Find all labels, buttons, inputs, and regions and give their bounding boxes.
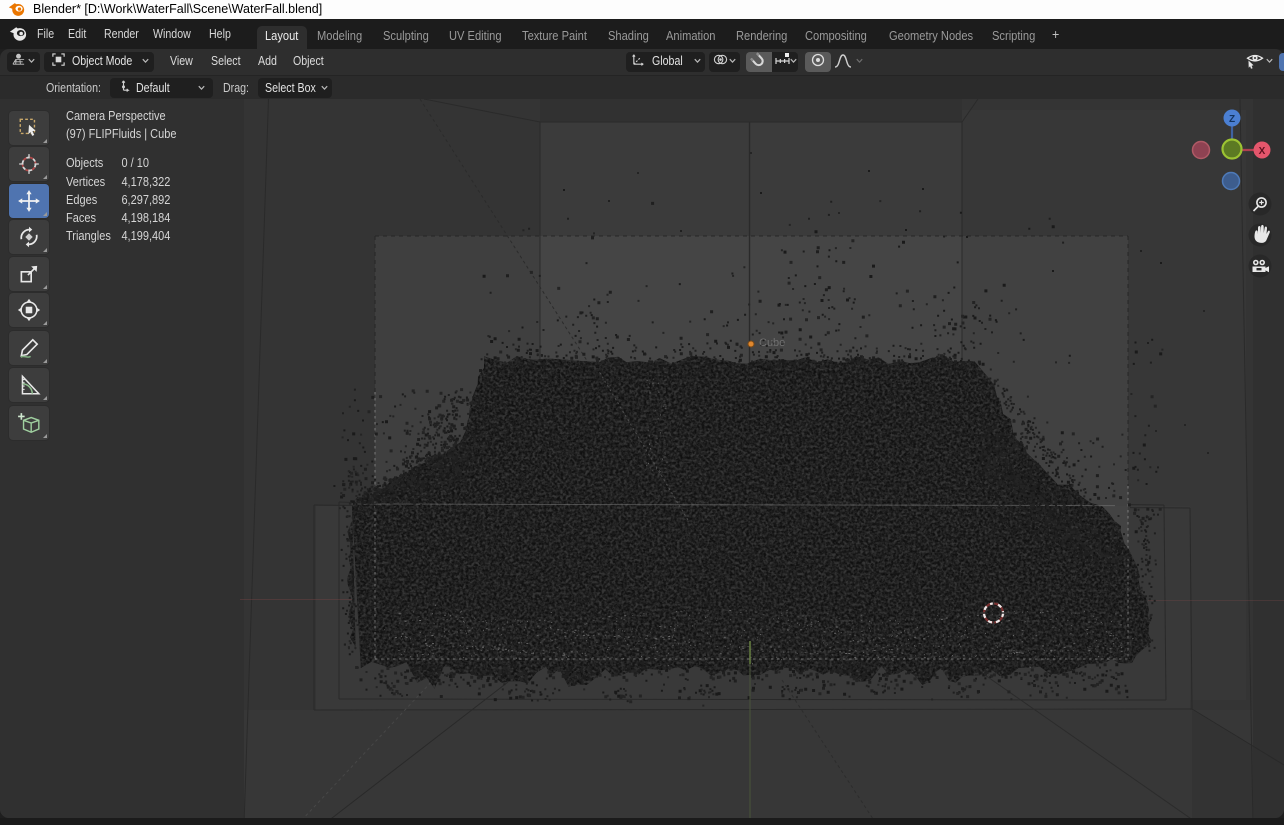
svg-text:Z: Z xyxy=(1229,114,1235,125)
svg-text:X: X xyxy=(1259,146,1266,157)
svg-text:Cube: Cube xyxy=(759,337,785,349)
